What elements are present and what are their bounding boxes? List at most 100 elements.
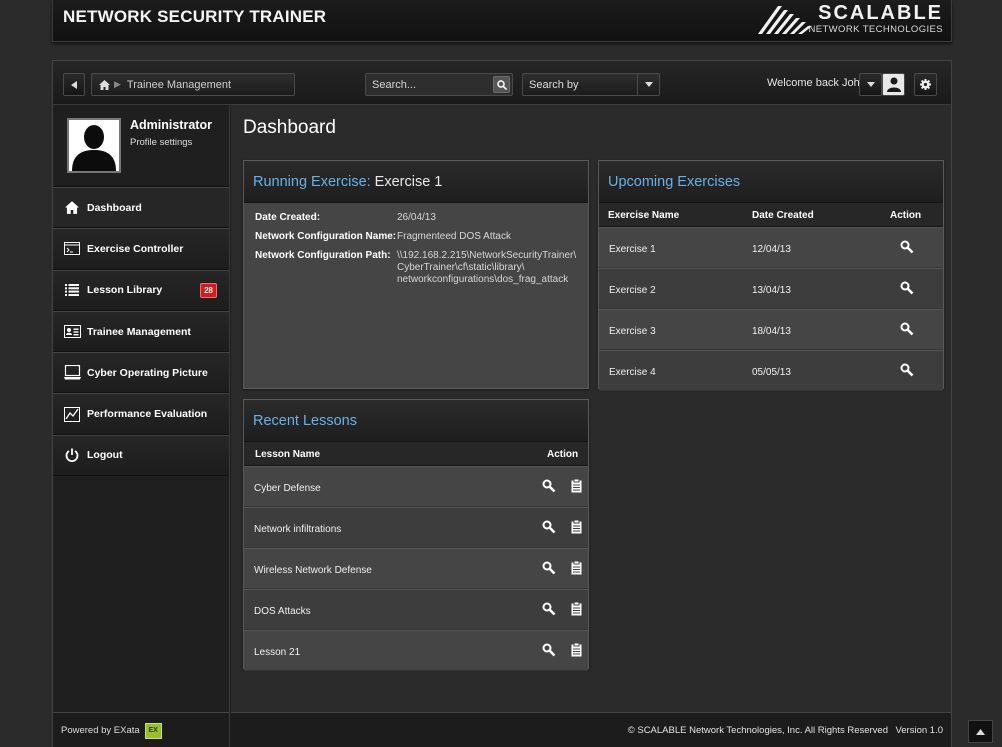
recent-lessons-table: Cyber Defense Network infiltrations Wire… bbox=[244, 466, 588, 671]
clipboard-icon[interactable] bbox=[571, 643, 582, 657]
home-icon bbox=[99, 79, 110, 90]
sidebar-item-trainee-management[interactable]: Trainee Management bbox=[53, 310, 229, 353]
table-row: Exercise 3 18/04/13 bbox=[599, 309, 943, 350]
exercise-name: Exercise 4 bbox=[609, 367, 656, 378]
view-icon[interactable] bbox=[542, 520, 556, 534]
column-header-action: Action bbox=[890, 210, 922, 221]
clipboard-icon[interactable] bbox=[571, 561, 582, 575]
breadcrumb-current[interactable]: Trainee Management bbox=[127, 79, 231, 91]
list-icon bbox=[63, 282, 81, 298]
table-header: Lesson Name Action bbox=[244, 442, 588, 466]
search-button[interactable] bbox=[493, 76, 510, 93]
brand-name: SCALABLE bbox=[818, 2, 943, 24]
search-by-label: Search by bbox=[529, 78, 579, 91]
sidebar-item-label: Dashboard bbox=[87, 201, 142, 214]
clipboard-icon[interactable] bbox=[571, 479, 582, 493]
sidebar-nav: Dashboard Exercise Controller Lesson Lib… bbox=[53, 187, 229, 477]
breadcrumb[interactable]: ▶ Trainee Management bbox=[91, 73, 295, 96]
exata-logo: EX bbox=[144, 722, 162, 739]
view-icon[interactable] bbox=[900, 240, 914, 254]
lesson-name: Cyber Defense bbox=[254, 483, 321, 494]
search-by-select[interactable]: Search by bbox=[522, 73, 660, 96]
sidebar-item-label: Trainee Management bbox=[87, 325, 191, 338]
sidebar-item-lesson-library[interactable]: Lesson Library 28 bbox=[53, 269, 229, 311]
sidebar-item-exercise-controller[interactable]: Exercise Controller bbox=[53, 228, 229, 270]
running-exercise-name: Exercise 1 bbox=[374, 173, 443, 190]
sidebar-item-cyber-operating-picture[interactable]: Cyber Operating Picture bbox=[53, 352, 229, 394]
avatar[interactable] bbox=[67, 118, 121, 173]
view-icon[interactable] bbox=[900, 281, 914, 295]
welcome-text: Welcome back John bbox=[767, 77, 866, 89]
notification-badge: 28 bbox=[200, 282, 217, 298]
view-icon[interactable] bbox=[900, 363, 914, 377]
profile-name: Administrator bbox=[130, 118, 212, 132]
lesson-name: Wireless Network Defense bbox=[254, 565, 372, 576]
column-header-lesson-name: Lesson Name bbox=[255, 449, 321, 460]
exercise-date: 18/04/13 bbox=[752, 326, 791, 337]
table-row: Exercise 4 05/05/13 bbox=[599, 350, 943, 391]
user-avatar-button[interactable] bbox=[882, 73, 905, 96]
exercise-name: Exercise 2 bbox=[609, 285, 656, 296]
view-icon[interactable] bbox=[542, 602, 556, 616]
field-value: Fragmenteed DOS Attack bbox=[397, 231, 511, 242]
scalable-logo-icon bbox=[758, 6, 812, 34]
back-button[interactable] bbox=[63, 73, 85, 96]
profile-settings-link[interactable]: Profile settings bbox=[130, 137, 192, 148]
chart-icon bbox=[63, 406, 81, 422]
sidebar: Administrator Profile settings Dashboard… bbox=[53, 105, 230, 747]
table-row: Network infiltrations bbox=[244, 507, 588, 548]
column-header-exercise-name: Exercise Name bbox=[608, 210, 680, 221]
user-icon bbox=[886, 77, 901, 92]
settings-button[interactable] bbox=[914, 73, 937, 96]
brand-logo: SCALABLE NETWORK TECHNOLOGIES bbox=[758, 2, 943, 35]
power-icon bbox=[63, 447, 81, 463]
field-label: Date Created: bbox=[255, 212, 321, 223]
table-row: DOS Attacks bbox=[244, 589, 588, 630]
clipboard-icon[interactable] bbox=[571, 520, 582, 534]
app-title: NETWORK SECURITY TRAINER bbox=[63, 7, 327, 26]
column-header-date-created: Date Created bbox=[752, 210, 814, 221]
view-icon[interactable] bbox=[542, 561, 556, 575]
panel-header: Upcoming Exercises bbox=[599, 161, 943, 203]
exercise-date: 13/04/13 bbox=[752, 285, 791, 296]
scroll-to-top-button[interactable] bbox=[968, 720, 993, 743]
sidebar-item-label: Cyber Operating Picture bbox=[87, 366, 208, 379]
exercise-name: Exercise 1 bbox=[609, 244, 656, 255]
field-label: Network Configuration Name: bbox=[255, 231, 397, 242]
sidebar-item-performance-evaluation[interactable]: Performance Evaluation bbox=[53, 393, 229, 435]
user-menu-dropdown[interactable] bbox=[859, 73, 882, 96]
sidebar-item-label: Exercise Controller bbox=[87, 242, 184, 255]
brand-subtitle: NETWORK TECHNOLOGIES bbox=[808, 24, 943, 35]
search-input[interactable] bbox=[366, 74, 492, 95]
clipboard-icon[interactable] bbox=[571, 602, 582, 616]
exercise-date: 12/04/13 bbox=[752, 244, 791, 255]
page-title: Dashboard bbox=[243, 117, 336, 138]
upcoming-exercises-table: Exercise 1 12/04/13 Exercise 2 13/04/13 … bbox=[599, 227, 943, 391]
page-footer: © SCALABLE Network Technologies, Inc. Al… bbox=[231, 712, 951, 747]
table-row: Exercise 2 13/04/13 bbox=[599, 268, 943, 309]
sidebar-item-logout[interactable]: Logout bbox=[53, 434, 229, 477]
view-icon[interactable] bbox=[900, 322, 914, 336]
sidebar-item-dashboard[interactable]: Dashboard bbox=[53, 187, 229, 229]
search-box bbox=[365, 73, 513, 96]
gear-icon bbox=[920, 79, 931, 90]
running-exercise-panel: Running Exercise: Exercise 1 Date Create… bbox=[243, 160, 589, 389]
sidebar-item-label: Logout bbox=[87, 449, 123, 462]
powered-by: Powered by EXata EX bbox=[53, 712, 229, 747]
home-icon bbox=[63, 200, 81, 216]
column-header-action: Action bbox=[547, 449, 579, 460]
view-icon[interactable] bbox=[542, 479, 556, 493]
chevron-up-icon bbox=[976, 728, 985, 735]
app-frame: ▶ Trainee Management Search by Welcome b… bbox=[52, 60, 952, 747]
exercise-date: 05/05/13 bbox=[752, 367, 791, 378]
id-card-icon bbox=[63, 324, 81, 340]
view-icon[interactable] bbox=[542, 643, 556, 657]
breadcrumb-separator-icon: ▶ bbox=[114, 79, 121, 89]
profile-card: Administrator Profile settings bbox=[53, 105, 229, 187]
table-row: Lesson 21 bbox=[244, 630, 588, 671]
table-row: Wireless Network Defense bbox=[244, 548, 588, 589]
table-header: Exercise Name Date Created Action bbox=[599, 203, 943, 227]
chevron-down-icon bbox=[637, 74, 659, 95]
lesson-name: DOS Attacks bbox=[254, 606, 311, 617]
exercise-name: Exercise 3 bbox=[609, 326, 656, 337]
